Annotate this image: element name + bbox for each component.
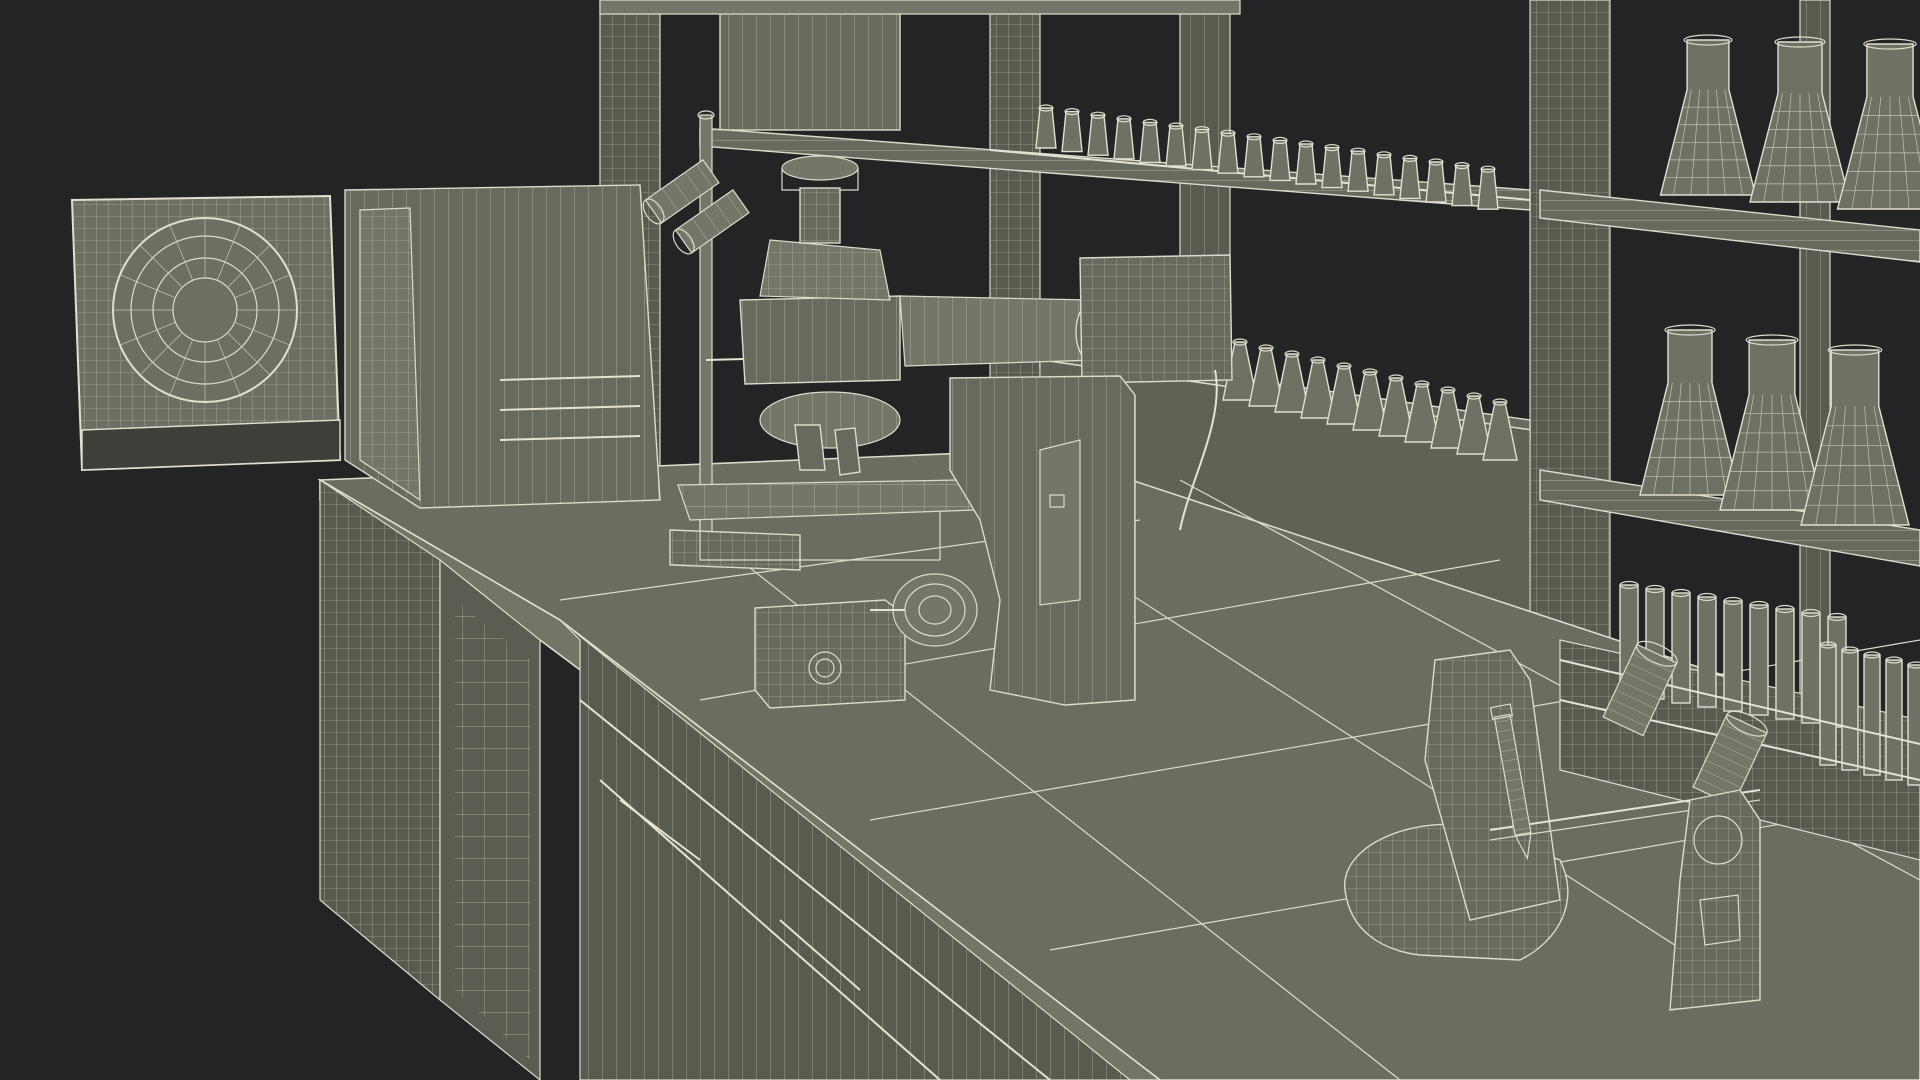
small-tube — [1295, 140, 1317, 185]
test-tube — [1723, 596, 1743, 712]
lab-wireframe-render — [70, 0, 1920, 1080]
small-tube — [1451, 162, 1473, 207]
small-tube — [1269, 136, 1291, 182]
small-tube — [1035, 104, 1057, 149]
erlenmeyer-flasks-top — [1659, 34, 1920, 210]
test-tube — [1775, 604, 1795, 720]
small-tube — [1165, 122, 1187, 167]
test-tube — [1801, 608, 1821, 724]
small-tube — [1087, 111, 1109, 156]
small-tube — [1243, 133, 1265, 178]
small-tube — [1347, 147, 1369, 192]
small-tube — [1477, 165, 1499, 210]
erlenmeyer-flasks-bottom — [1639, 324, 1910, 526]
test-tube — [1841, 646, 1859, 771]
test-tube — [1907, 661, 1920, 786]
upper-tube-row — [1035, 104, 1499, 210]
test-tube — [1697, 592, 1717, 708]
erlenmeyer-flask — [1749, 36, 1851, 203]
small-tube — [1425, 158, 1447, 203]
test-tube — [1885, 656, 1903, 781]
small-tube — [1399, 154, 1421, 200]
small-tube — [1061, 107, 1083, 153]
test-tube — [1819, 641, 1837, 766]
erlenmeyer-flask — [1836, 38, 1920, 210]
small-tube — [1217, 129, 1239, 174]
small-tube — [1321, 144, 1343, 189]
test-tube — [1863, 651, 1881, 776]
test-tube — [1749, 600, 1769, 716]
small-tube — [1139, 118, 1161, 164]
small-tube — [1191, 126, 1213, 171]
analyzer-cabinet — [344, 184, 661, 509]
erlenmeyer-flask — [1639, 324, 1741, 496]
small-tube — [1373, 151, 1395, 196]
erlenmeyer-flask — [1659, 34, 1757, 196]
monitor-display — [70, 194, 342, 472]
small-tube — [1113, 115, 1135, 160]
